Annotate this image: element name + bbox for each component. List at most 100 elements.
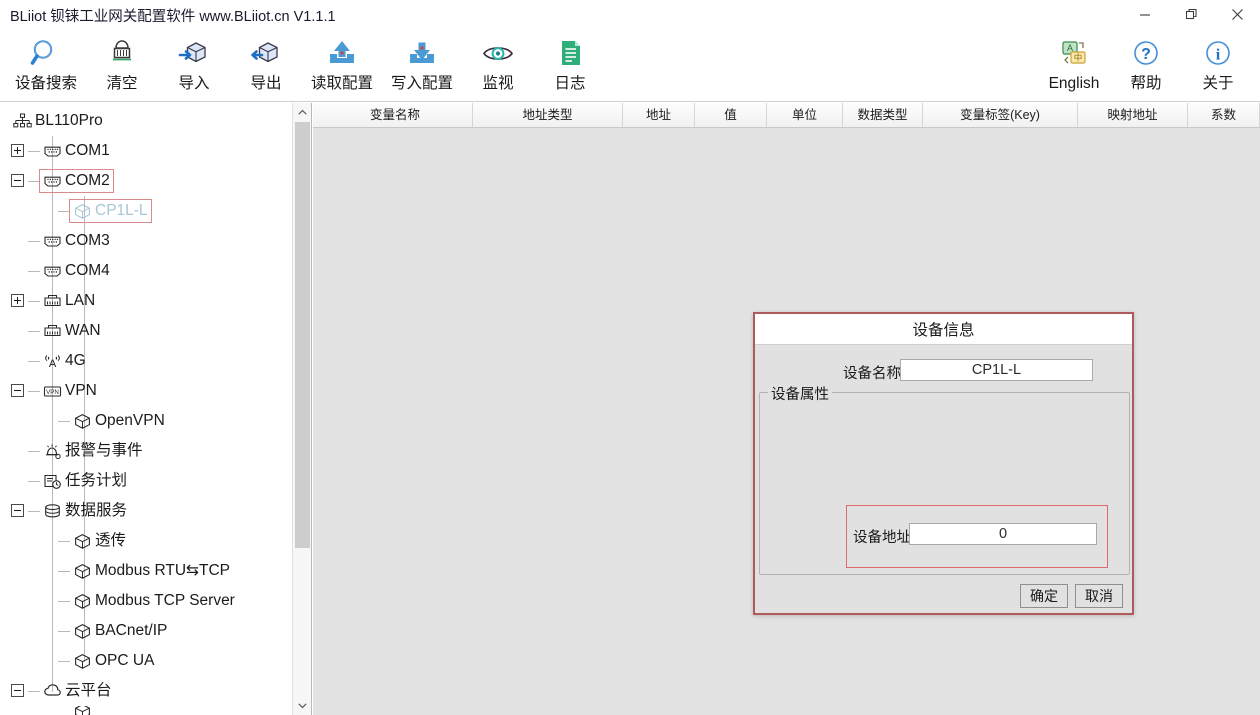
upload-icon [325,35,359,73]
tree-item-label: 透传 [95,532,127,549]
scroll-down-button[interactable] [293,696,311,715]
info-icon: i [1201,35,1235,73]
tree-collapse-button[interactable] [11,684,24,697]
about-button[interactable]: i 关于 [1182,29,1254,97]
scroll-thumb[interactable] [295,122,310,548]
question-icon: ? [1129,35,1163,73]
download-icon [405,35,439,73]
tree-item-label: COM1 [65,142,110,159]
tree-item-label: WAN [65,322,101,339]
language-icon: A 中 [1057,35,1091,73]
tree-connector-line [58,571,70,572]
log-button[interactable]: 日志 [534,29,606,97]
tree-item-modbus-tcp-server[interactable]: Modbus TCP Server [72,586,235,616]
eye-icon [481,35,515,73]
table-column-header[interactable]: 变量名称 [318,103,473,127]
table-column-header[interactable]: 数据类型 [843,103,923,127]
tree-item-bl110pro[interactable]: BL110Pro [12,106,103,136]
tree-collapse-button[interactable] [11,384,24,397]
tree-item-[interactable]: 任务计划 [42,466,127,496]
dialog-body: 设备名称 设备属性 设备地址 确定 取消 [755,345,1132,617]
tree-expand-button[interactable] [11,144,24,157]
device-properties-legend: 设备属性 [768,383,832,404]
scroll-up-button[interactable] [293,103,311,122]
close-button[interactable] [1214,0,1260,29]
cube-icon [72,412,92,430]
tree-item-4g[interactable]: A 4G [42,346,86,376]
table-column-header[interactable]: 映射地址 [1078,103,1188,127]
device-name-input[interactable] [900,359,1093,381]
tree-item-modbus-rtu-tcp[interactable]: Modbus RTU⇆TCP [72,556,230,586]
table-column-header[interactable]: 系数 [1188,103,1260,127]
ok-button[interactable]: 确定 [1020,584,1068,608]
tree-guide-line [52,136,53,692]
tree-connector-line [58,661,70,662]
tree-item-com2[interactable]: COM2 [42,166,110,196]
tree-item-[interactable]: 透传 [72,526,126,556]
tree-item-vpn[interactable]: VPN VPN [42,376,97,406]
table-column-header[interactable]: 地址类型 [473,103,623,127]
window-controls [1122,0,1260,29]
chevron-up-icon [298,109,307,115]
vpn-icon: VPN [43,385,61,397]
table-column-header[interactable]: 单位 [767,103,843,127]
alarm-icon [42,442,62,460]
tree-connector-line [28,271,40,272]
tree-item-[interactable]: 数据服务 [42,496,127,526]
toolbar-left-group: 设备搜索 清空 导入 导出 读取配置 写入配置 监视 日志 [6,29,606,101]
tree-item-lan[interactable]: LAN [42,286,95,316]
language-button[interactable]: A 中 English [1038,29,1110,97]
table-column-header[interactable]: 值 [695,103,767,127]
help-button[interactable]: ? 帮助 [1110,29,1182,97]
device-address-input[interactable] [909,523,1097,545]
export-button[interactable]: 导出 [230,29,302,97]
tree-item-label: 4G [65,352,86,369]
tree-item-label: Modbus RTU⇆TCP [95,562,231,579]
tree-item-cp1l-l[interactable]: CP1L-L [72,196,148,226]
cube-icon [74,413,90,429]
maximize-button[interactable] [1168,0,1214,29]
tree-vertical-scrollbar[interactable] [292,103,311,715]
cancel-button[interactable]: 取消 [1075,584,1123,608]
tree-item-wan[interactable]: WAN [42,316,101,346]
tree-item-partial[interactable] [72,706,95,715]
window-title: BLiiot 钡铼工业网关配置软件 www.BLiiot.cn V1.1.1 [10,9,336,25]
tree-item-opc-ua[interactable]: OPC UA [72,646,154,676]
tree-collapse-button[interactable] [11,504,24,517]
schedule-icon [43,474,61,489]
table-column-header[interactable]: 地址 [623,103,695,127]
tree-item-[interactable]: 报警与事件 [42,436,143,466]
read-config-button[interactable]: 读取配置 [302,29,382,97]
svg-text:?: ? [1141,46,1151,63]
tree-item-com3[interactable]: COM3 [42,226,110,256]
tree-item-label: BL110Pro [35,112,103,129]
tree-item-label: COM2 [65,172,110,189]
write-config-button[interactable]: 写入配置 [382,29,462,97]
monitor-button[interactable]: 监视 [462,29,534,97]
tree-item-openvpn[interactable]: OpenVPN [72,406,165,436]
cube-icon [72,562,92,580]
device-tree[interactable]: BL110Pro COM1 COM2 CP1L-L COM3 COM4 LAN WAN A 4G V… [0,103,292,715]
cube-icon [72,592,92,610]
tree-item-bacnet-ip[interactable]: BACnet/IP [72,616,167,646]
restore-icon [1185,8,1197,20]
serial-port-icon [43,266,61,277]
tree-item-[interactable]: 云平台 [42,676,112,706]
tree-collapse-button[interactable] [11,174,24,187]
import-button[interactable]: 导入 [158,29,230,97]
cube-icon [72,532,92,550]
tree-item-label: Modbus TCP Server [95,592,235,609]
tree-item-com4[interactable]: COM4 [42,256,110,286]
cube-icon [74,563,90,579]
cube-icon [74,533,90,549]
tree-expand-button[interactable] [11,294,24,307]
minimize-button[interactable] [1122,0,1168,29]
table-column-header[interactable]: 变量标签(Key) [923,103,1078,127]
database-icon [42,502,62,520]
tree-connector-line [28,331,40,332]
clear-button[interactable]: 清空 [86,29,158,97]
device-search-button[interactable]: 设备搜索 [6,29,86,97]
serial-port-icon [43,146,61,157]
serial-port-icon [42,262,62,280]
tree-item-com1[interactable]: COM1 [42,136,110,166]
